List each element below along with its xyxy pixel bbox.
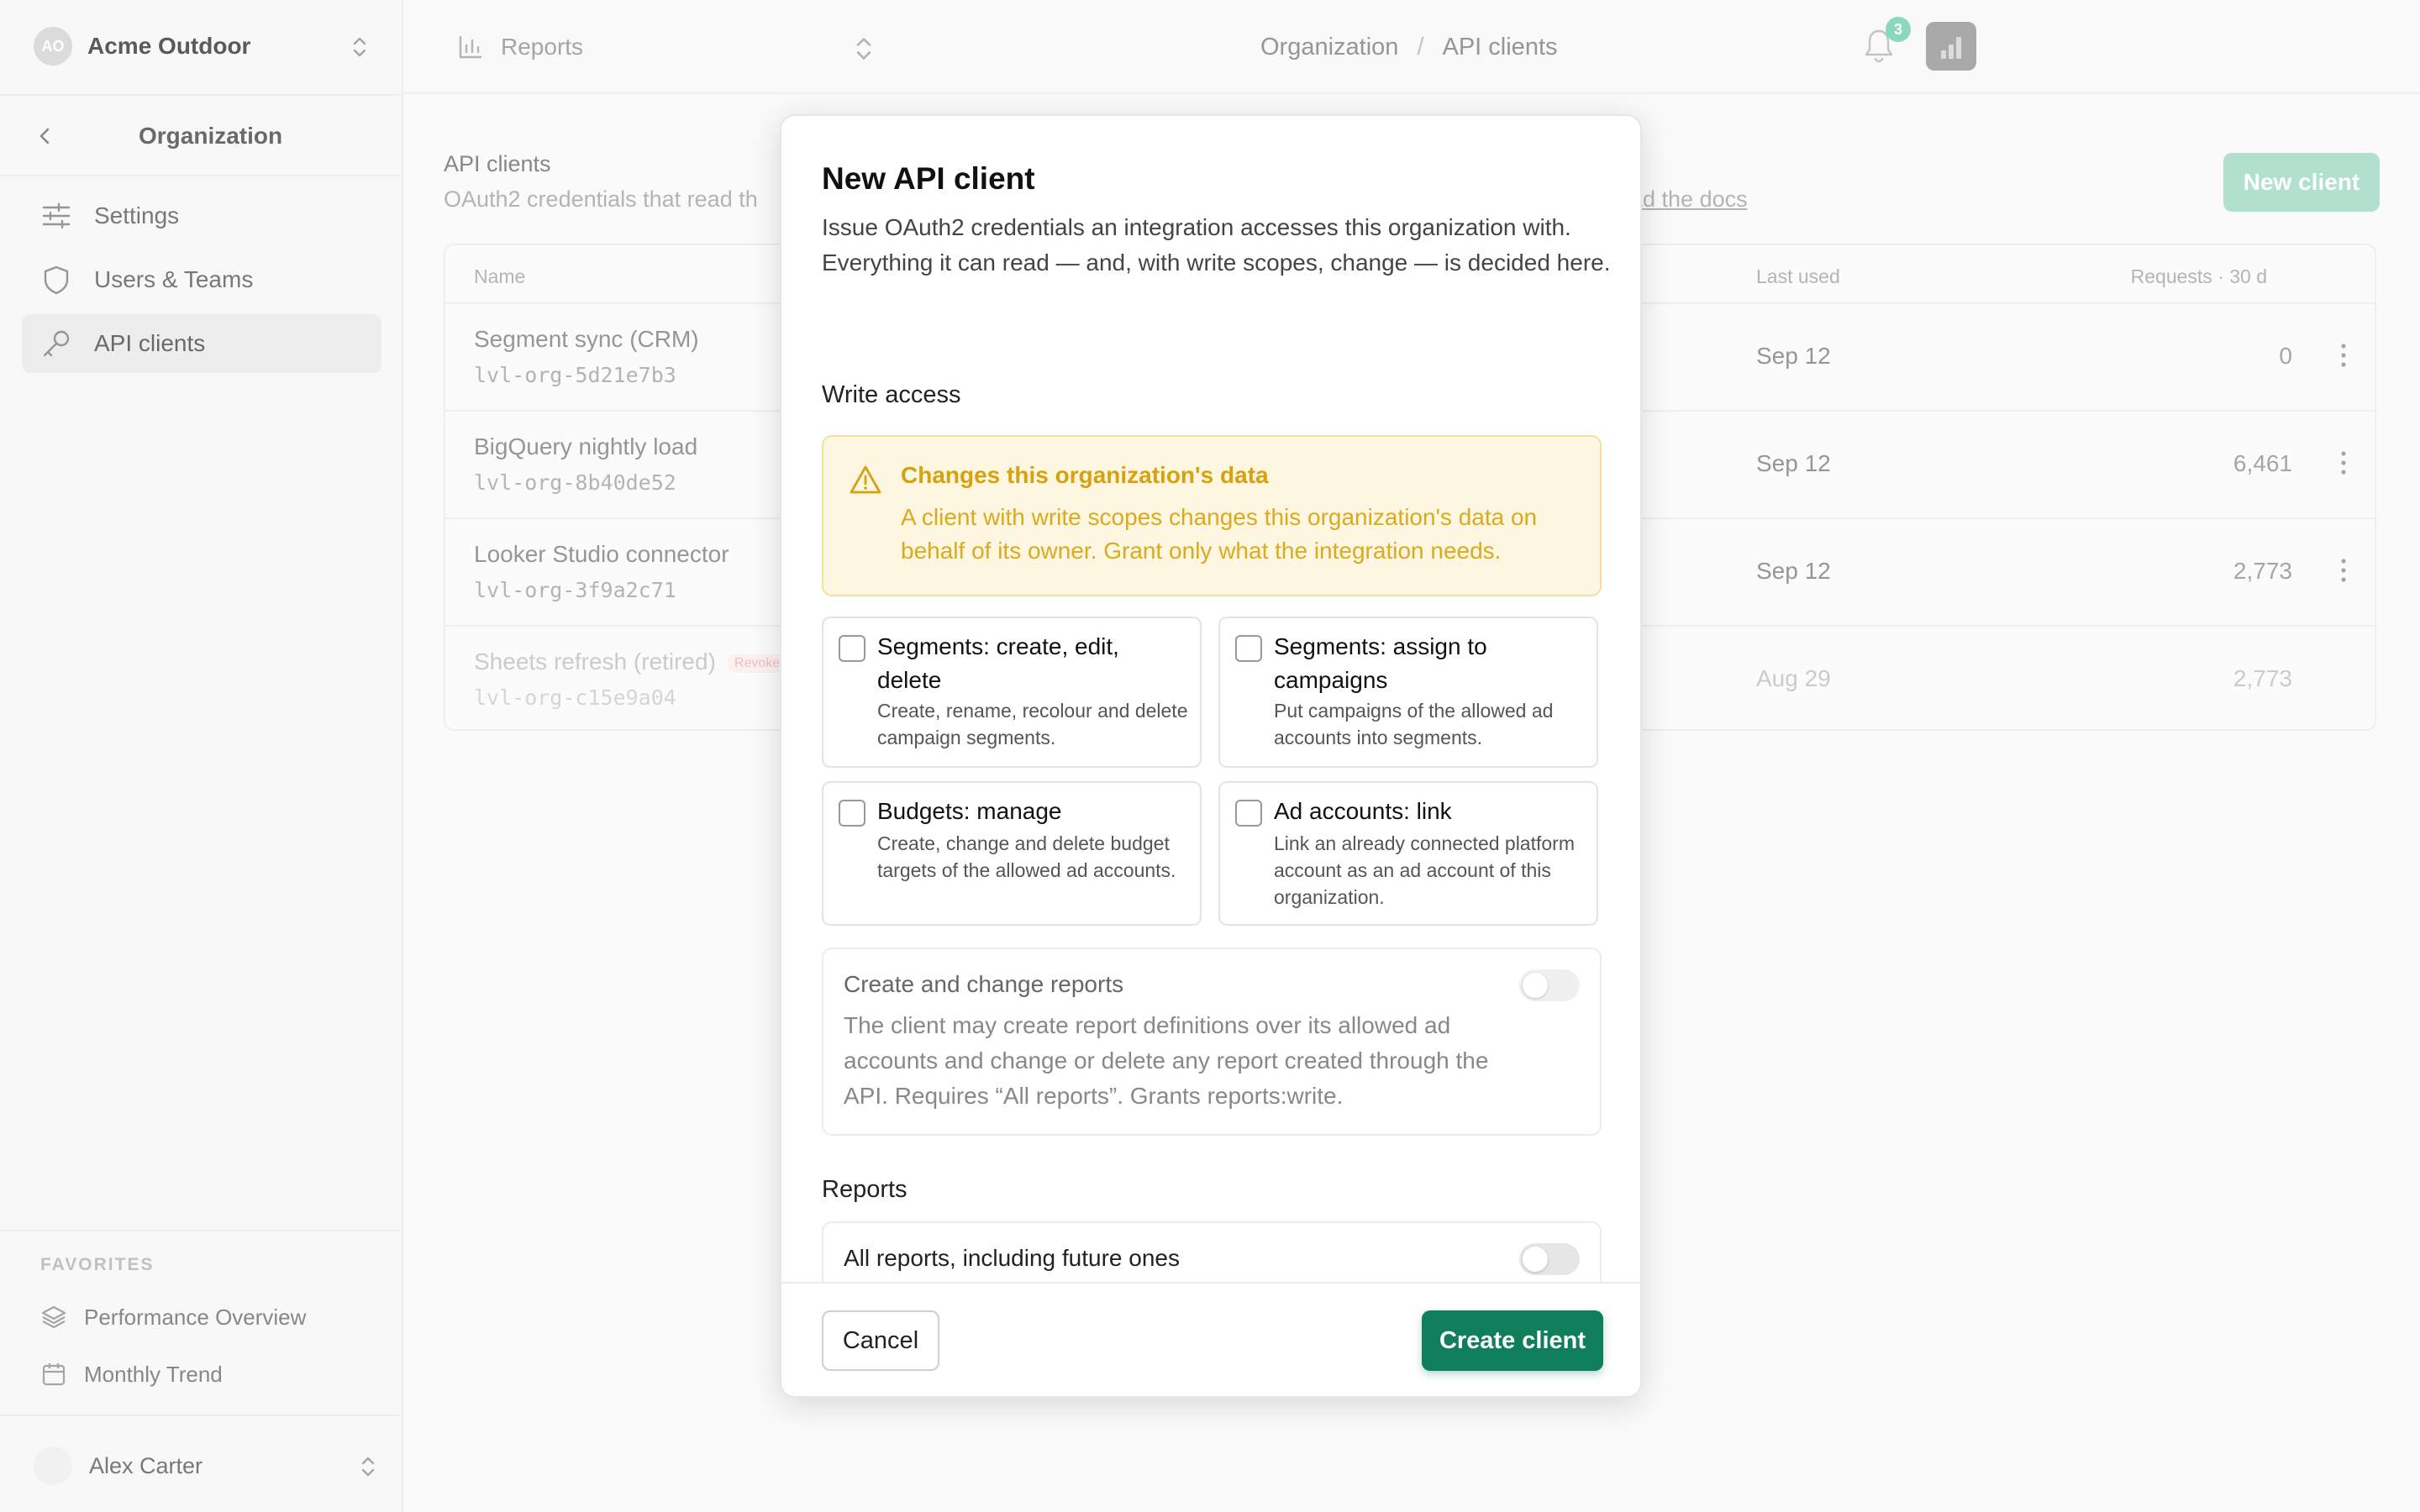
reports-write-toggle[interactable] <box>1519 969 1580 1001</box>
permission-description: Link an already connected platform accou… <box>1274 832 1575 908</box>
dialog-footer: Cancel Create client <box>781 1282 1640 1396</box>
app-root: AO Acme Outdoor Organization Settings Us… <box>0 0 2420 1512</box>
permission-title: Segments: assign to campaigns <box>1274 633 1487 693</box>
permission-title: Ad accounts: link <box>1274 798 1452 824</box>
permission-description: Create, rename, recolour and delete camp… <box>877 700 1188 748</box>
permission-ad-accounts-link[interactable]: Ad accounts: link Link an already connec… <box>1218 781 1598 926</box>
warning-body: A client with write scopes changes this … <box>901 504 1538 564</box>
all-reports-toggle[interactable] <box>1519 1243 1580 1275</box>
permission-description: Put campaigns of the allowed ad accounts… <box>1274 700 1554 748</box>
dialog-title: New API client <box>822 161 1035 196</box>
permission-checkbox[interactable] <box>1235 635 1262 662</box>
permission-segments-edit[interactable]: Segments: create, edit, delete Create, r… <box>822 617 1202 768</box>
reports-write-card: Create and change reports The client may… <box>822 948 1602 1136</box>
permission-checkbox[interactable] <box>839 800 865 827</box>
cancel-button[interactable]: Cancel <box>822 1310 939 1371</box>
permission-budgets-manage[interactable]: Budgets: manage Create, change and delet… <box>822 781 1202 926</box>
permission-description: Create, change and delete budget targets… <box>877 832 1176 881</box>
permission-title: Budgets: manage <box>877 798 1062 824</box>
permission-checkbox[interactable] <box>839 635 865 662</box>
permission-checkbox[interactable] <box>1235 800 1262 827</box>
warning-title: Changes this organization's data <box>901 462 1269 488</box>
warning-triangle-icon <box>850 465 881 494</box>
reports-write-description: The client may create report definitions… <box>844 1012 1489 1109</box>
new-api-client-dialog: New API client Issue OAuth2 credentials … <box>780 114 1642 1398</box>
reports-write-title: Create and change reports <box>844 971 1124 997</box>
reports-heading: Reports <box>822 1176 908 1203</box>
all-reports-title: All reports, including future ones <box>844 1245 1180 1271</box>
write-access-heading: Write access <box>822 381 961 408</box>
permission-segments-assign[interactable]: Segments: assign to campaigns Put campai… <box>1218 617 1598 768</box>
create-client-button[interactable]: Create client <box>1422 1310 1603 1371</box>
warning-callout: Changes this organization's data A clien… <box>822 435 1602 596</box>
dialog-description: Issue OAuth2 credentials an integration … <box>822 214 1611 276</box>
permission-title: Segments: create, edit, delete <box>877 633 1119 693</box>
